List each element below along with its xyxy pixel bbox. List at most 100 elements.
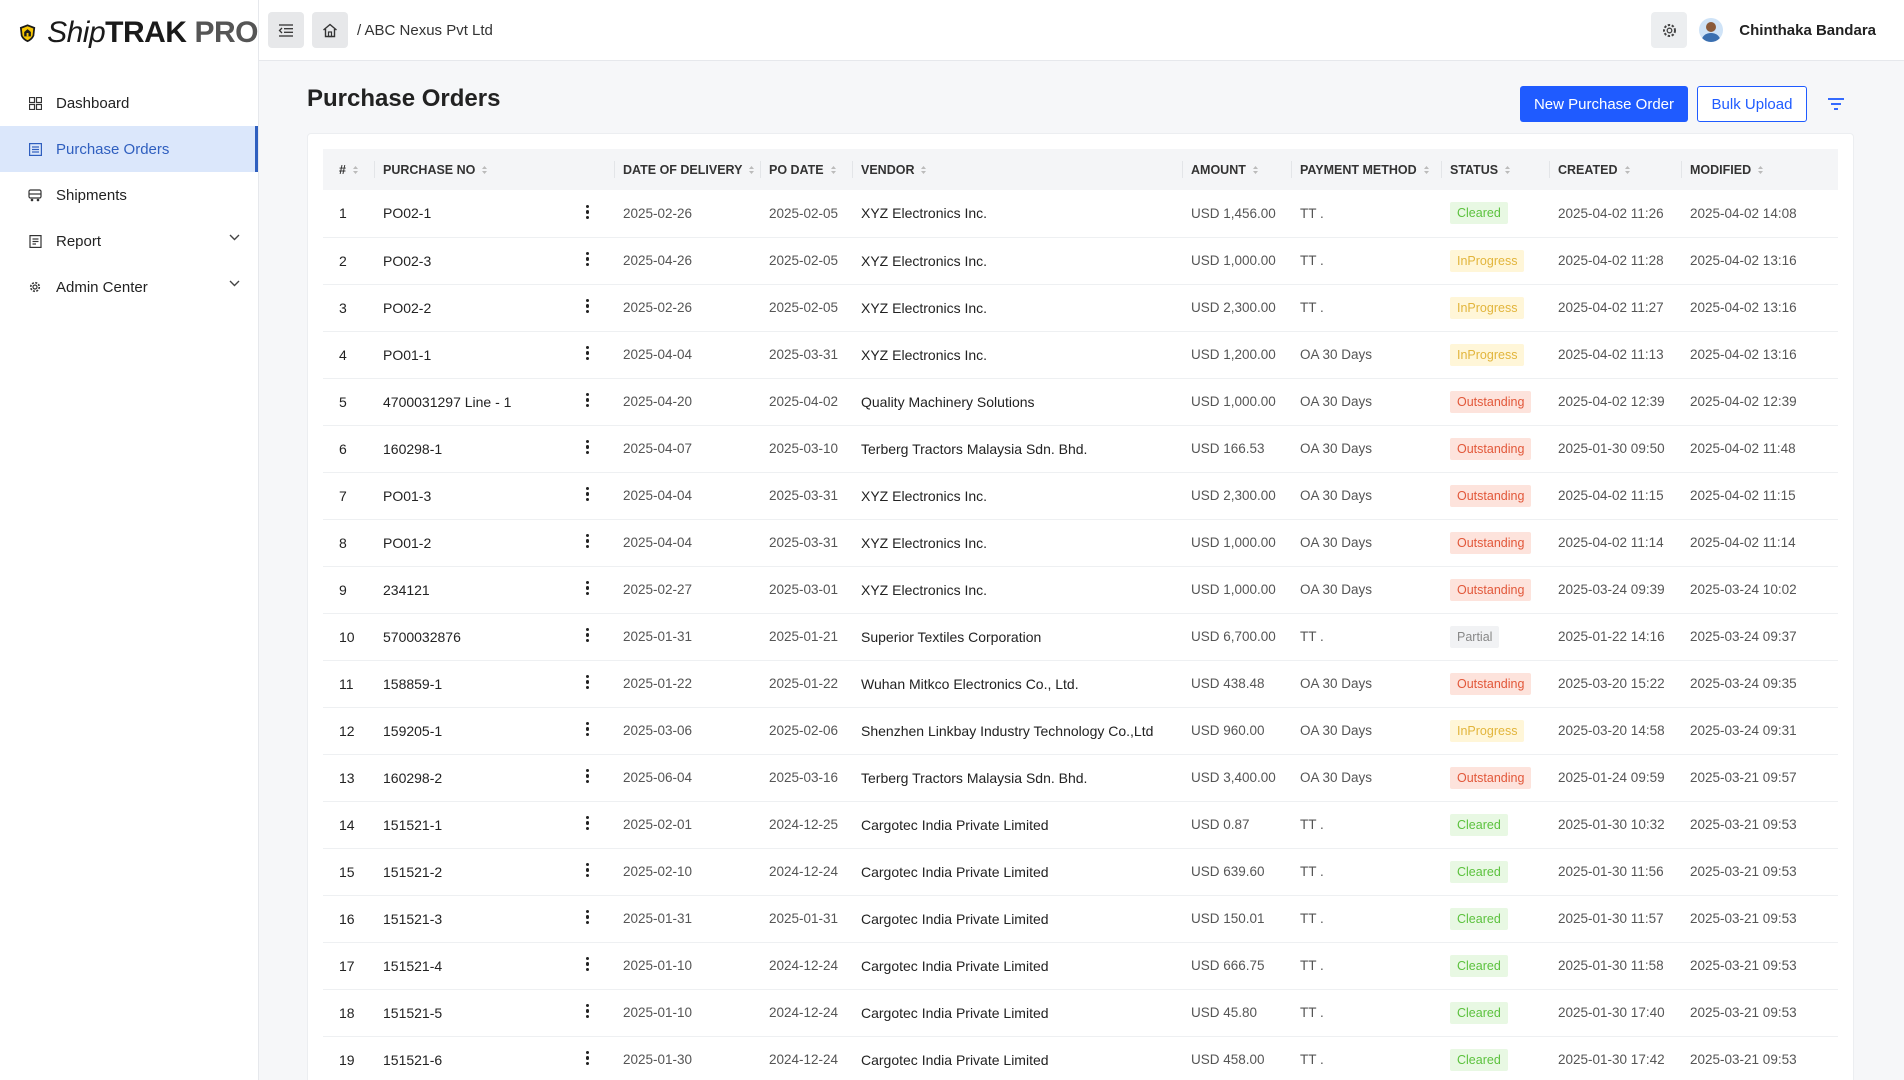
row-actions-button[interactable]	[560, 989, 615, 1036]
purchase-no-cell[interactable]: PO01-3	[375, 472, 560, 519]
table-row[interactable]: 6 160298-1 2025-04-07 2025-03-10 Terberg Tra…	[323, 425, 1838, 472]
kebab-menu-icon	[585, 297, 590, 316]
purchase-no-cell[interactable]: PO01-2	[375, 519, 560, 566]
col-purchase-no-header[interactable]: PURCHASE NO	[375, 149, 560, 190]
app-logo[interactable]: ShipTRAK PRO	[0, 0, 258, 66]
payment-method-cell: TT .	[1300, 205, 1324, 221]
table-row[interactable]: 13 160298-2 2025-06-04 2025-03-16 Terberg Tr…	[323, 754, 1838, 801]
col-num-header[interactable]: #	[323, 149, 375, 190]
purchase-no-cell[interactable]: PO02-2	[375, 284, 560, 331]
col-vendor-header[interactable]: VENDOR	[853, 149, 1183, 190]
table-row[interactable]: 11 158859-1 2025-01-22 2025-01-22 Wuhan Mitk…	[323, 660, 1838, 707]
sort-icon	[1423, 166, 1429, 175]
status-badge: Cleared	[1450, 1048, 1508, 1071]
table-row[interactable]: 3 PO02-2 2025-02-26 2025-02-05 XYZ Electroni…	[323, 284, 1838, 331]
table-row[interactable]: 15 151521-2 2025-02-10 2024-12-24 Cargotec I…	[323, 848, 1838, 895]
amount-cell: USD 1,456.00	[1191, 205, 1276, 221]
row-actions-button[interactable]	[560, 660, 615, 707]
breadcrumb[interactable]: / ABC Nexus Pvt Ltd	[357, 22, 493, 39]
purchase-no-cell[interactable]: 234121	[375, 566, 560, 613]
row-actions-button[interactable]	[560, 190, 615, 237]
col-po-date-header[interactable]: PO DATE	[761, 149, 853, 190]
table-row[interactable]: 14 151521-1 2025-02-01 2024-12-25 Cargotec I…	[323, 801, 1838, 848]
filter-icon[interactable]	[1825, 93, 1847, 115]
row-number: 15	[339, 863, 355, 880]
row-actions-button[interactable]	[560, 707, 615, 754]
purchase-no-cell[interactable]: 5700032876	[375, 613, 560, 660]
col-modified-header[interactable]: MODIFIED	[1682, 149, 1838, 190]
purchase-no-cell[interactable]: PO01-1	[375, 331, 560, 378]
table-row[interactable]: 7 PO01-3 2025-04-04 2025-03-31 XYZ Electroni…	[323, 472, 1838, 519]
amount-cell: USD 960.00	[1191, 723, 1265, 738]
amount-cell: USD 1,000.00	[1191, 582, 1276, 597]
purchase-no-cell[interactable]: 160298-2	[375, 754, 560, 801]
row-actions-button[interactable]	[560, 425, 615, 472]
table-row[interactable]: 18 151521-5 2025-01-10 2024-12-24 Cargotec I…	[323, 989, 1838, 1036]
bulk-upload-button[interactable]: Bulk Upload	[1697, 86, 1807, 122]
col-created-header[interactable]: CREATED	[1550, 149, 1682, 190]
purchase-no-cell[interactable]: 151521-5	[375, 989, 560, 1036]
purchase-no-cell[interactable]: PO02-1	[375, 190, 560, 237]
table-row[interactable]: 17 151521-4 2025-01-10 2024-12-24 Cargotec I…	[323, 942, 1838, 989]
col-payment-header[interactable]: PAYMENT METHOD	[1292, 149, 1442, 190]
purchase-no-cell[interactable]: 151521-2	[375, 848, 560, 895]
vendor-cell: Terberg Tractors Malaysia Sdn. Bhd.	[861, 440, 1088, 457]
table-row[interactable]: 9 234121 2025-02-27 2025-03-01 XYZ Electroni…	[323, 566, 1838, 613]
table-row[interactable]: 2 PO02-3 2025-04-26 2025-02-05 XYZ Electroni…	[323, 237, 1838, 284]
sidebar-item-label: Purchase Orders	[56, 140, 170, 158]
purchase-no-cell[interactable]: PO02-3	[375, 237, 560, 284]
row-actions-button[interactable]	[560, 566, 615, 613]
sidebar-item-purchase-orders[interactable]: Purchase Orders	[0, 126, 258, 172]
table-row[interactable]: 19 151521-6 2025-01-30 2024-12-24 Cargotec I…	[323, 1036, 1838, 1080]
created-cell: 2025-01-30 11:56	[1558, 864, 1664, 879]
home-button[interactable]	[312, 12, 348, 48]
table-row[interactable]: 1 PO02-1 2025-02-26 2025-02-05 XYZ Electroni…	[323, 190, 1838, 237]
purchase-no-cell[interactable]: 160298-1	[375, 425, 560, 472]
table-row[interactable]: 12 159205-1 2025-03-06 2025-02-06 Shenzhen L…	[323, 707, 1838, 754]
status-cell: Outstanding	[1442, 472, 1550, 519]
purchase-no-cell[interactable]: 151521-1	[375, 801, 560, 848]
row-actions-button[interactable]	[560, 801, 615, 848]
sidebar-item-dashboard[interactable]: Dashboard	[0, 80, 258, 126]
row-actions-button[interactable]	[560, 942, 615, 989]
purchase-no-cell[interactable]: 151521-3	[375, 895, 560, 942]
table-row[interactable]: 5 4700031297 Line - 1 2025-04-20 2025-04-02…	[323, 378, 1838, 425]
table-row[interactable]: 16 151521-3 2025-01-31 2025-01-31 Cargotec I…	[323, 895, 1838, 942]
kebab-menu-icon	[585, 344, 590, 363]
col-delivery-header[interactable]: DATE OF DELIVERY	[615, 149, 761, 190]
sidebar-item-admin-center[interactable]: Admin Center	[0, 264, 258, 310]
avatar[interactable]	[1699, 18, 1724, 42]
row-actions-button[interactable]	[560, 613, 615, 660]
col-amount-header[interactable]: AMOUNT	[1183, 149, 1292, 190]
table-row[interactable]: 8 PO01-2 2025-04-04 2025-03-31 XYZ Electroni…	[323, 519, 1838, 566]
sidebar-item-report[interactable]: Report	[0, 218, 258, 264]
row-actions-button[interactable]	[560, 1036, 615, 1080]
table-row[interactable]: 10 5700032876 2025-01-31 2025-01-21 Superior…	[323, 613, 1838, 660]
purchase-no-cell[interactable]: 151521-6	[375, 1036, 560, 1080]
row-actions-button[interactable]	[560, 378, 615, 425]
user-name[interactable]: Chinthaka Bandara	[1739, 22, 1876, 39]
row-actions-button[interactable]	[560, 331, 615, 378]
row-actions-button[interactable]	[560, 284, 615, 331]
vendor-cell: XYZ Electronics Inc.	[861, 534, 988, 551]
purchase-no-cell[interactable]: 4700031297 Line - 1	[375, 378, 560, 425]
new-purchase-order-button[interactable]: New Purchase Order	[1520, 86, 1688, 122]
toggle-sidebar-button[interactable]	[268, 12, 304, 48]
table-row[interactable]: 4 PO01-1 2025-04-04 2025-03-31 XYZ Electroni…	[323, 331, 1838, 378]
chevron-down-icon	[229, 280, 240, 287]
row-actions-button[interactable]	[560, 237, 615, 284]
purchase-no-cell[interactable]: 159205-1	[375, 707, 560, 754]
sidebar-item-shipments[interactable]: Shipments	[0, 172, 258, 218]
col-status-header[interactable]: STATUS	[1442, 149, 1550, 190]
settings-button[interactable]	[1651, 12, 1688, 48]
payment-method-cell: TT .	[1300, 1052, 1324, 1067]
purchase-no-cell[interactable]: 158859-1	[375, 660, 560, 707]
created-cell: 2025-04-02 12:39	[1558, 394, 1665, 409]
delivery-date-cell: 2025-04-26	[623, 253, 693, 268]
row-actions-button[interactable]	[560, 848, 615, 895]
row-actions-button[interactable]	[560, 472, 615, 519]
purchase-no-cell[interactable]: 151521-4	[375, 942, 560, 989]
row-actions-button[interactable]	[560, 754, 615, 801]
row-actions-button[interactable]	[560, 895, 615, 942]
row-actions-button[interactable]	[560, 519, 615, 566]
